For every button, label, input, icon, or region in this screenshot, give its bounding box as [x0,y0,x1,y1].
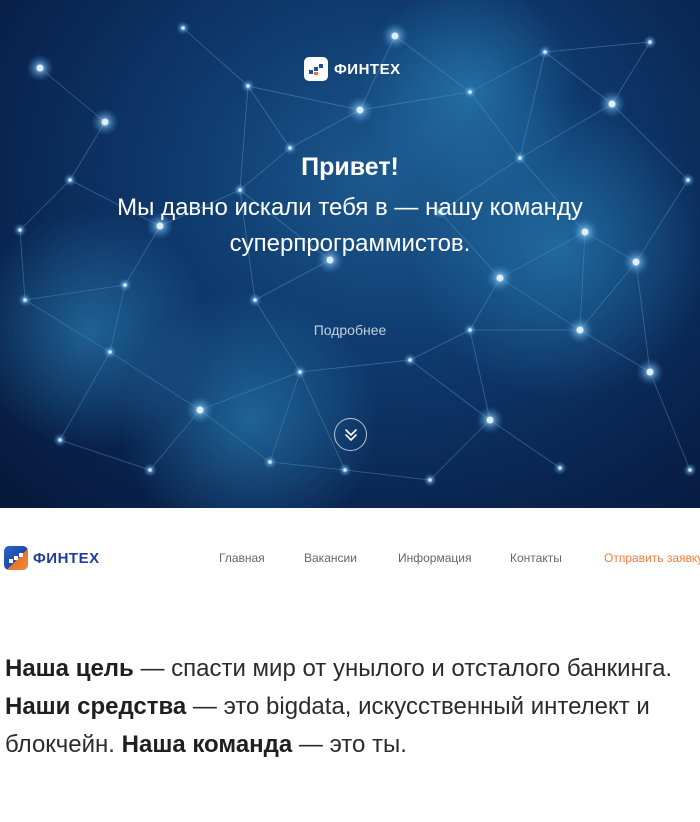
network-node [58,438,62,442]
means-paragraph: Наши средства — это bigdata, искусственн… [5,688,700,764]
double-chevron-down-icon [344,428,357,441]
network-line [247,85,291,149]
network-node [298,370,302,374]
goal-label: Наша цель [5,655,134,682]
logo-icon [304,57,328,81]
network-node [101,118,109,126]
hero-subtitle: Мы давно искали тебя в — нашу команду су… [117,194,583,257]
network-node [543,50,547,54]
means-label: Наши средства [5,693,187,720]
nav-link-home[interactable]: Главная [219,551,265,565]
network-node [23,298,27,302]
network-node [428,478,432,482]
network-node [486,416,494,424]
nav-link-info[interactable]: Информация [398,551,471,565]
scroll-down-button[interactable] [334,418,367,451]
network-line [247,85,361,111]
network-node [648,40,652,44]
network-node [646,368,654,376]
network-node [108,350,112,354]
network-node [288,146,292,150]
network-node [18,228,22,232]
hero-section: ФИНТЕХ Привет! Мы давно искали тебя в — … [0,0,700,508]
network-node [558,466,562,470]
network-node [688,468,692,472]
team-text: — это ты. [292,731,407,758]
network-node [268,460,272,464]
network-node [36,64,44,72]
network-node [496,274,504,282]
nav-link-vacancies[interactable]: Вакансии [304,551,357,565]
network-node [181,26,185,30]
network-node [408,358,412,362]
network-node [196,406,204,414]
send-application-link[interactable]: Отправить заявку [604,551,700,565]
network-line [182,27,249,87]
hero-logo[interactable]: ФИНТЕХ [304,55,401,83]
network-line [649,371,691,471]
hero-title: Привет! [301,153,399,181]
nav-links: Главная Вакансии Информация Контакты Отп… [0,551,700,571]
network-node [343,468,347,472]
network-node [123,283,127,287]
network-node [356,106,364,114]
network-node [391,32,399,40]
network-node [468,90,472,94]
intro-text: Наша цель — спасти мир от унылого и отст… [5,650,700,764]
team-label: Наша команда [121,731,293,758]
network-node [608,100,616,108]
network-node [246,84,250,88]
network-node [253,298,257,302]
goal-paragraph: Наша цель — спасти мир от унылого и отст… [5,650,700,688]
main-navigation: ФИНТЕХ Главная Вакансии Информация Конта… [0,508,700,608]
hero-logo-text: ФИНТЕХ [334,60,401,78]
nav-link-contacts[interactable]: Контакты [510,551,562,565]
network-node [148,468,152,472]
more-link[interactable]: Подробнее [0,322,700,338]
goal-text: — спасти мир от унылого и отсталого банк… [133,655,673,682]
